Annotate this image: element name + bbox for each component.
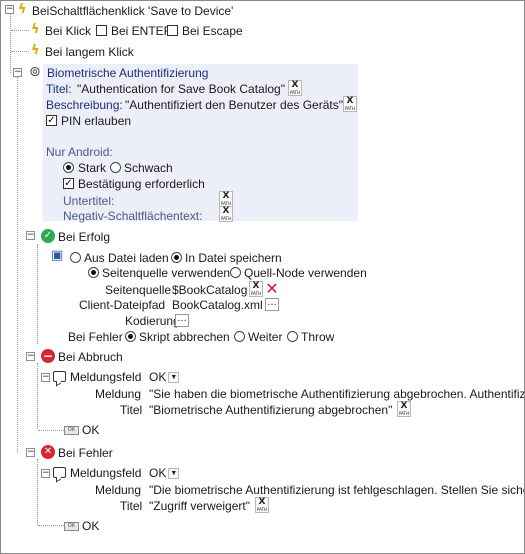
collapse-toggle[interactable]: − bbox=[13, 68, 22, 77]
biometric-label: Biometrische Authentifizierung bbox=[47, 66, 209, 80]
title-label: Titel: bbox=[46, 82, 72, 96]
msgbox-label: Meldungsfeld bbox=[70, 370, 142, 384]
client-path-value[interactable]: BookCatalog.xml bbox=[172, 298, 263, 312]
source-node-radio[interactable] bbox=[230, 267, 241, 278]
msgbox-buttons-dropdown[interactable]: OK ▼ bbox=[146, 466, 182, 480]
page-source-field-label: Seitenquelle bbox=[105, 283, 172, 297]
load-file-radio[interactable] bbox=[70, 252, 81, 263]
throw-label: Throw bbox=[301, 330, 335, 344]
tree-line bbox=[38, 430, 64, 431]
xpath-button[interactable]: X PATH bbox=[219, 191, 233, 207]
lightning-icon: ϟ bbox=[18, 2, 27, 17]
tree-line bbox=[37, 459, 38, 525]
collapse-toggle[interactable]: − bbox=[41, 469, 50, 478]
weak-label: Schwach bbox=[124, 161, 173, 175]
title-value[interactable]: "Authentication for Save Book Catalog" bbox=[77, 82, 285, 96]
collapse-toggle[interactable]: − bbox=[26, 231, 35, 240]
allow-pin-label: PIN erlauben bbox=[61, 114, 132, 128]
collapse-toggle[interactable]: − bbox=[26, 448, 35, 457]
page-source-option-label: Seitenquelle verwenden bbox=[102, 266, 231, 280]
root-event-label: BeiSchaltflächenklick 'Save to Device' bbox=[32, 4, 234, 18]
cancel-label: Bei Abbruch bbox=[58, 350, 123, 364]
xpath-button[interactable]: X PATH bbox=[343, 96, 357, 112]
message-value[interactable]: "Sie haben die biometrische Authentifizi… bbox=[149, 387, 524, 401]
message-value[interactable]: "Die biometrische Authentifizierung ist … bbox=[149, 483, 524, 497]
page-source-radio[interactable] bbox=[88, 267, 99, 278]
encoding-button[interactable]: … bbox=[175, 314, 189, 327]
xpath-button[interactable]: X PATH bbox=[249, 281, 263, 297]
ok-branch-label: OK bbox=[82, 423, 100, 437]
ok-branch-label: OK bbox=[82, 519, 100, 533]
message-label: Meldung bbox=[95, 387, 142, 401]
fingerprint-icon: ⊚ bbox=[29, 64, 41, 80]
error-label: Bei Fehler bbox=[58, 446, 113, 460]
client-path-label: Client-Dateipfad bbox=[79, 298, 166, 312]
confirm-checkbox[interactable]: ✓ bbox=[63, 178, 74, 189]
success-label: Bei Erfolg bbox=[58, 230, 111, 244]
abort-icon: − bbox=[41, 349, 55, 363]
abort-script-label: Skript abbrechen bbox=[139, 330, 230, 344]
delete-icon[interactable]: ✕ bbox=[265, 281, 279, 297]
abort-script-radio[interactable] bbox=[125, 331, 136, 342]
msgbox-label: Meldungsfeld bbox=[70, 466, 142, 480]
page-source-value[interactable]: $BookCatalog bbox=[172, 283, 247, 297]
negative-button-label: Negativ-Schaltflächentext: bbox=[63, 209, 203, 223]
description-value[interactable]: "Authentifiziert den Benutzer des Geräts… bbox=[125, 98, 343, 112]
message-box-icon bbox=[53, 371, 66, 382]
confirm-label: Bestätigung erforderlich bbox=[78, 177, 205, 191]
encoding-label: Kodierung bbox=[125, 314, 180, 328]
subtitle-label: Untertitel: bbox=[63, 194, 115, 208]
save-file-label: In Datei speichern bbox=[185, 251, 282, 265]
strong-label: Stark bbox=[78, 161, 107, 175]
on-error-label: Bei Fehler bbox=[68, 330, 123, 344]
xpath-button[interactable]: X PATH bbox=[255, 497, 269, 513]
ok-button-icon: OK bbox=[64, 426, 79, 435]
tree-line bbox=[17, 77, 18, 453]
msg-title-value[interactable]: "Zugriff verweigert" bbox=[149, 499, 250, 513]
load-file-label: Aus Datei laden bbox=[84, 251, 169, 265]
continue-label: Weiter bbox=[248, 330, 283, 344]
tree-line bbox=[37, 363, 38, 429]
source-node-option-label: Quell-Node verwenden bbox=[244, 266, 367, 280]
android-only-label: Nur Android: bbox=[46, 145, 113, 159]
success-check-icon: ✓ bbox=[41, 229, 55, 243]
collapse-toggle[interactable]: − bbox=[5, 5, 14, 14]
collapse-toggle[interactable]: − bbox=[41, 373, 50, 382]
tree-line bbox=[10, 13, 11, 73]
file-save-icon: ▣ bbox=[51, 248, 64, 263]
lightning-icon: ϟ bbox=[31, 43, 40, 58]
ok-button-icon: OK bbox=[64, 522, 79, 531]
collapse-toggle[interactable]: − bbox=[26, 352, 35, 361]
msg-title-label: Titel bbox=[120, 499, 143, 513]
description-label: Beschreibung: bbox=[46, 98, 123, 112]
lightning-icon: ϟ bbox=[31, 22, 40, 37]
error-icon: ✕ bbox=[41, 445, 55, 459]
long-click-label: Bei langem Klick bbox=[45, 45, 134, 59]
enter-label: Bei ENTER bbox=[111, 24, 173, 38]
xpath-button[interactable]: X PATH bbox=[397, 401, 411, 417]
message-label: Meldung bbox=[95, 483, 142, 497]
on-click-label: Bei Klick bbox=[45, 24, 92, 38]
browse-button[interactable]: … bbox=[265, 298, 279, 311]
action-tree-panel: − ϟ BeiSchaltflächenklick 'Save to Devic… bbox=[0, 0, 525, 554]
tree-line bbox=[38, 525, 64, 526]
allow-pin-checkbox[interactable]: ✓ bbox=[46, 115, 57, 126]
escape-label: Bei Escape bbox=[182, 24, 243, 38]
message-box-icon bbox=[53, 467, 66, 478]
msg-title-value[interactable]: "Biometrische Authentifizierung abgebroc… bbox=[149, 403, 392, 417]
strong-radio[interactable] bbox=[63, 162, 74, 173]
tree-line bbox=[11, 51, 29, 52]
throw-radio[interactable] bbox=[287, 331, 298, 342]
enter-checkbox[interactable] bbox=[96, 25, 107, 36]
tree-line bbox=[37, 244, 38, 344]
tree-line bbox=[11, 30, 29, 31]
xpath-button[interactable]: X PATH bbox=[288, 80, 302, 96]
xpath-button[interactable]: X PATH bbox=[219, 206, 233, 222]
weak-radio[interactable] bbox=[110, 162, 121, 173]
escape-checkbox[interactable] bbox=[167, 25, 178, 36]
msgbox-buttons-dropdown[interactable]: OK ▼ bbox=[146, 370, 182, 384]
continue-radio[interactable] bbox=[234, 331, 245, 342]
save-file-radio[interactable] bbox=[171, 252, 182, 263]
msg-title-label: Titel bbox=[120, 403, 143, 417]
